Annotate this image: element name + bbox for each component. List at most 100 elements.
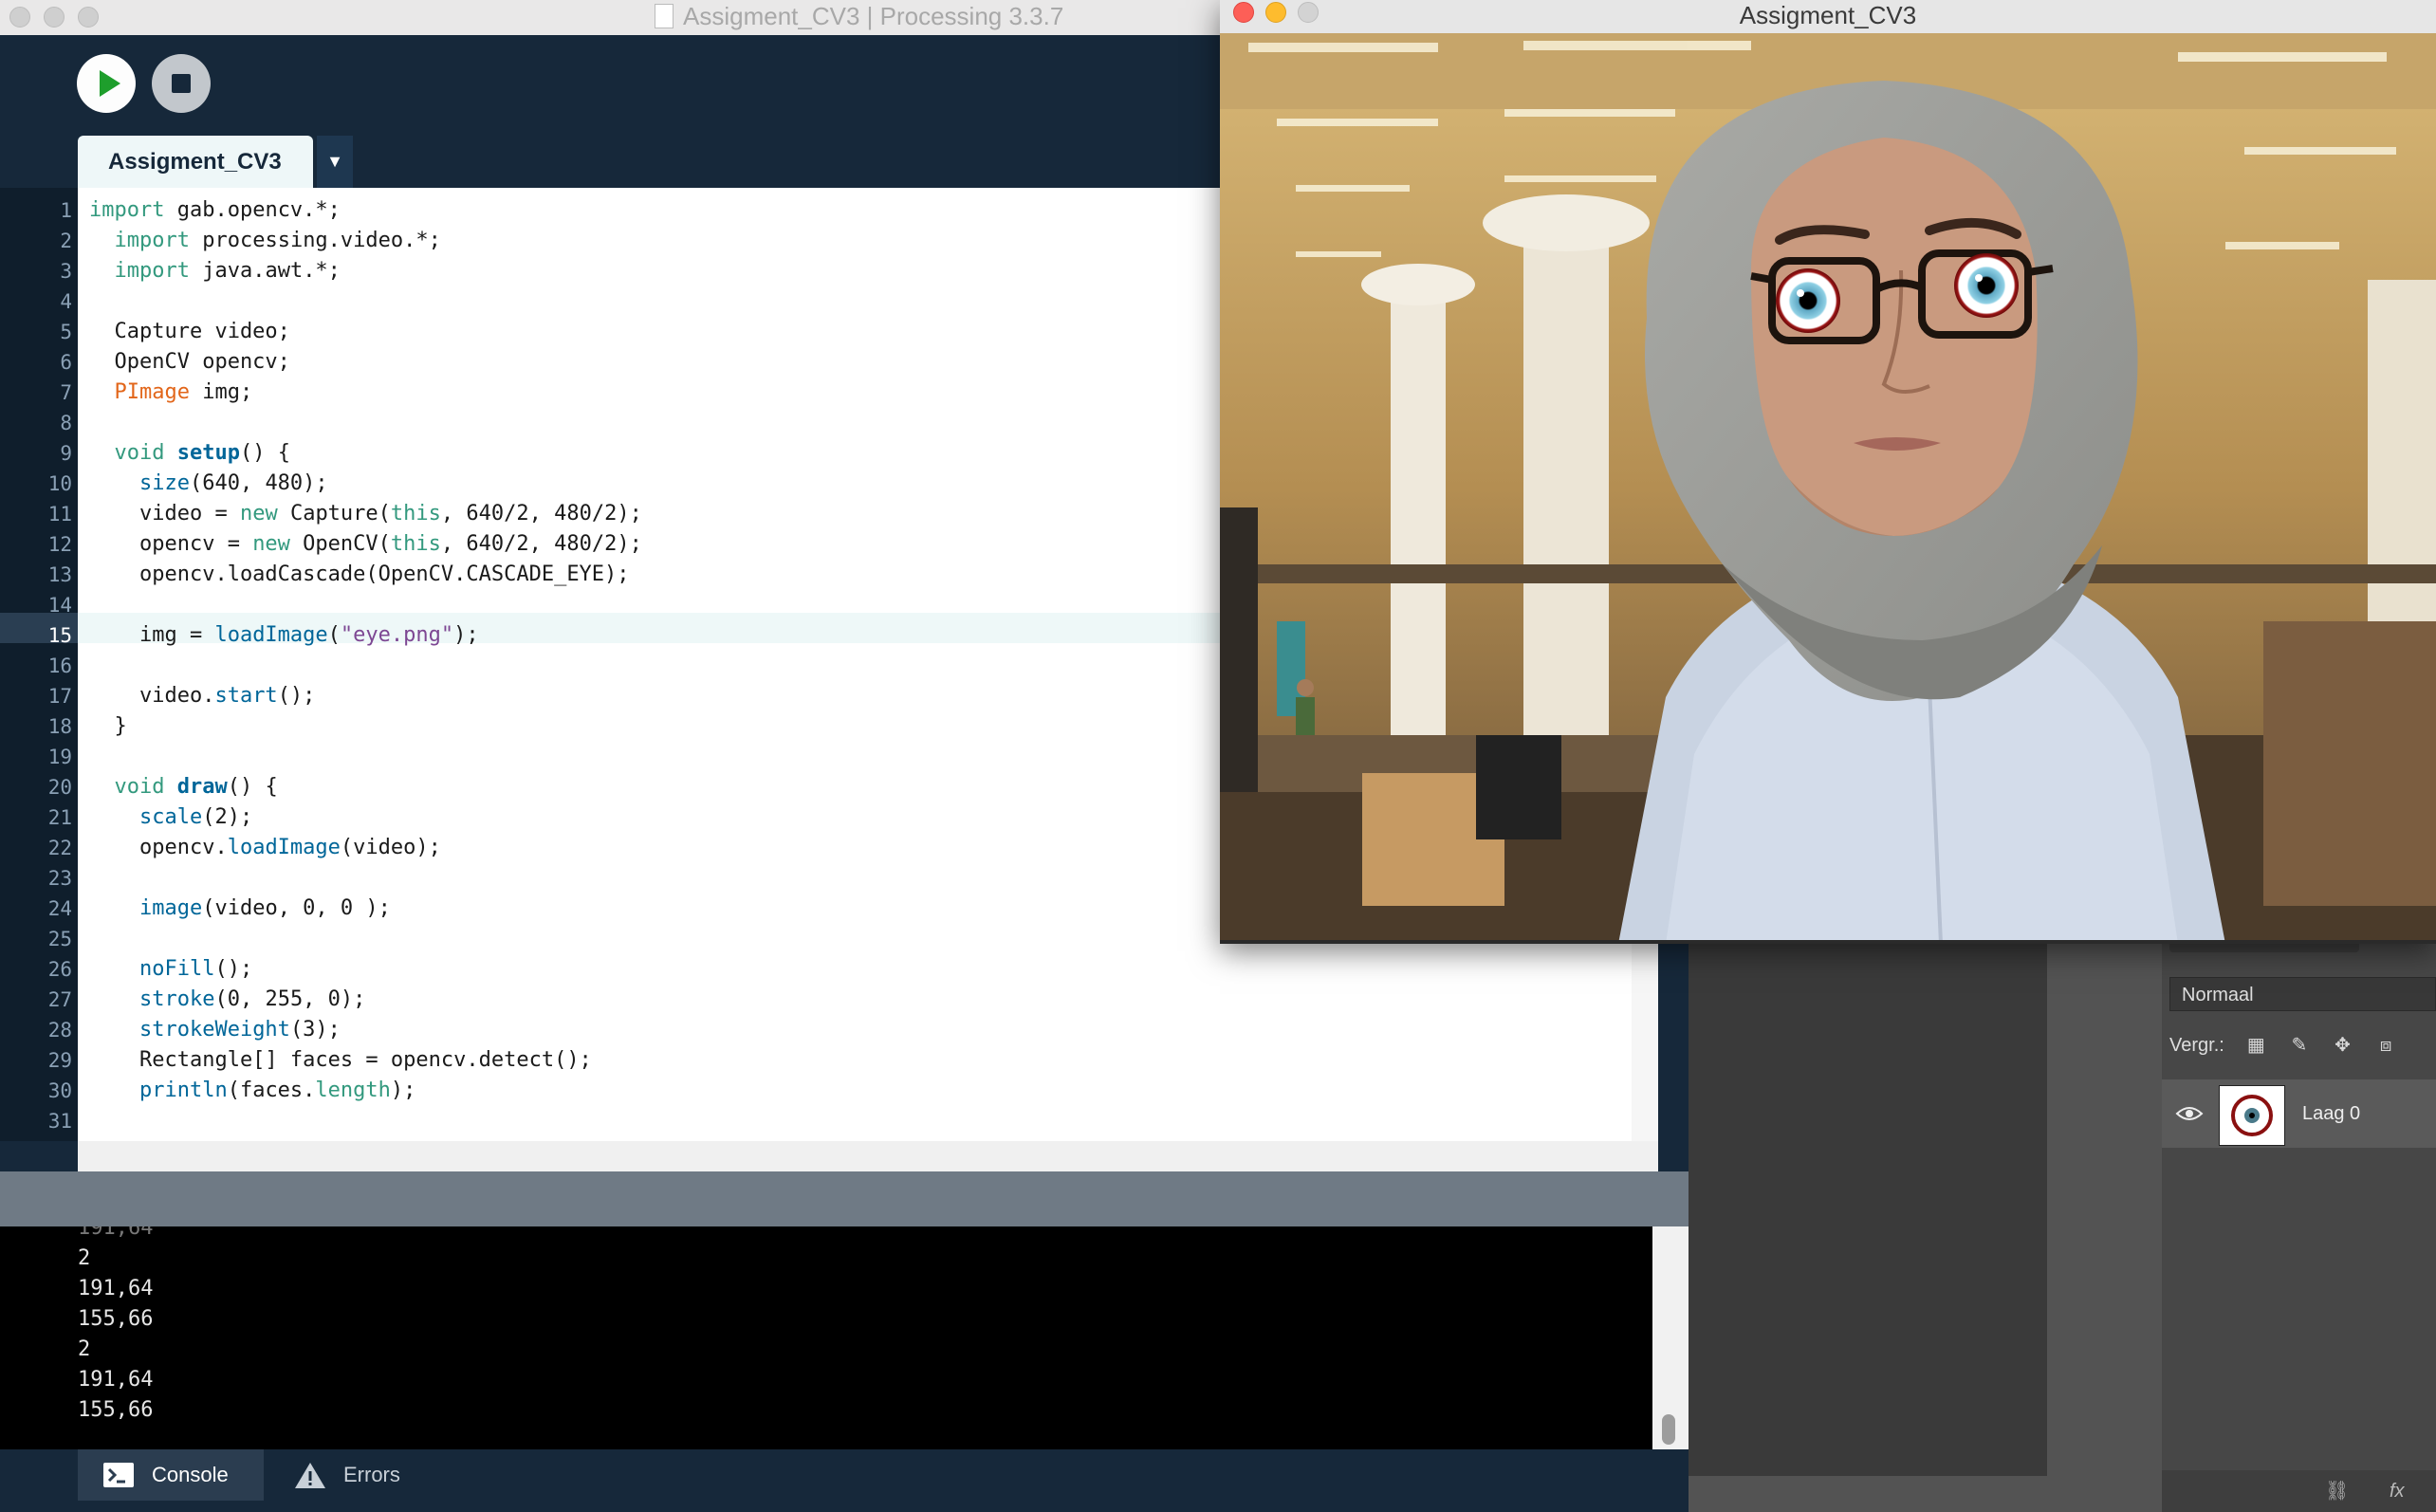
code-token: import xyxy=(114,259,190,283)
code-token: image xyxy=(138,896,203,920)
tab-assigment-cv3[interactable]: Assigment_CV3 xyxy=(78,136,313,188)
stop-button[interactable] xyxy=(152,54,211,113)
line-number: 24 xyxy=(47,897,72,920)
console-tab[interactable]: Console xyxy=(78,1449,264,1501)
code-token: new xyxy=(252,532,290,556)
blend-mode-dropdown[interactable]: Normaal xyxy=(2169,977,2436,1011)
code-token: import xyxy=(89,198,165,222)
code-line-6: OpenCV opencv; xyxy=(89,350,290,374)
console-divider-handle[interactable] xyxy=(0,1171,1689,1226)
code-line-12: opencv = new OpenCV(this, 640/2, 480/2); xyxy=(89,532,642,556)
line-number-gutter: 1 2 3 4 5 6 7 8 9 10 11 12 13 14 15 16 17 18 19 20 21 22 23 24 2… xyxy=(0,188,78,1141)
code-line-20: void draw() { xyxy=(114,775,278,799)
minimize-window-button[interactable] xyxy=(44,7,65,28)
code-token: loadImage xyxy=(214,623,328,647)
run-button[interactable] xyxy=(77,54,136,113)
line-number: 17 xyxy=(47,685,72,708)
code-line-17: video.start(); xyxy=(89,684,316,708)
lock-brush-icon[interactable]: ✎ xyxy=(2288,1024,2311,1066)
code-token: start xyxy=(214,684,278,708)
code-line-11: video = new Capture(this, 640/2, 480/2); xyxy=(89,502,642,526)
console-line: 191,64 xyxy=(78,1277,154,1300)
line-number: 2 xyxy=(60,230,72,252)
eye-overlay-left xyxy=(1776,268,1840,333)
sketch-output-window: Assigment_CV3 xyxy=(1220,0,2436,944)
code-line-5: Capture video; xyxy=(89,320,290,343)
layer-row[interactable]: Laag 0 xyxy=(2162,1079,2436,1148)
code-line-28: strokeWeight(3); xyxy=(138,1018,341,1042)
webcam-scene xyxy=(1220,33,2436,944)
layer-thumbnail xyxy=(2219,1085,2285,1146)
lock-label: Vergr.: xyxy=(2169,1035,2224,1056)
eye-thumbnail-image xyxy=(2231,1095,2273,1136)
line-number: 8 xyxy=(60,412,72,434)
line-number: 25 xyxy=(47,928,72,950)
code-line-13: opencv.loadCascade(OpenCV.CASCADE_EYE); xyxy=(89,562,630,586)
link-icon[interactable]: ⛓ xyxy=(2325,1470,2349,1512)
line-number: 15 xyxy=(47,624,72,647)
code-token: setup xyxy=(176,441,240,465)
tab-menu-dropdown[interactable]: ▼ xyxy=(317,136,353,188)
line-number: 1 xyxy=(60,199,72,222)
code-line-9: void setup() { xyxy=(114,441,290,465)
play-icon xyxy=(100,70,120,97)
code-token: length xyxy=(315,1079,391,1102)
console-line: 2 xyxy=(78,1337,91,1361)
code-token: noFill xyxy=(138,957,215,981)
line-number: 29 xyxy=(47,1049,72,1072)
console-output: 191,64 2 191,64 155,66 2 191,64 155,66 xyxy=(0,1226,1652,1449)
line-number: 20 xyxy=(47,776,72,799)
line-number: 31 xyxy=(47,1110,72,1133)
console-line: 191,64 xyxy=(78,1368,154,1392)
code-token: scale xyxy=(138,805,203,829)
code-line-1: import gab.opencv.*; xyxy=(89,198,341,222)
errors-tab[interactable]: Errors xyxy=(269,1449,436,1501)
line-number: 3 xyxy=(60,260,72,283)
errors-tab-label: Errors xyxy=(343,1463,400,1486)
line-number: 30 xyxy=(47,1079,72,1102)
console-line: 155,66 xyxy=(78,1307,154,1331)
line-number: 10 xyxy=(47,472,72,495)
code-line-21: scale(2); xyxy=(138,805,253,829)
line-number: 7 xyxy=(60,381,72,404)
console-tab-label: Console xyxy=(152,1463,229,1486)
line-number: 18 xyxy=(47,715,72,738)
zoom-window-button[interactable] xyxy=(78,7,99,28)
code-token: stroke xyxy=(138,987,215,1011)
lock-artboard-icon[interactable]: ⧈ xyxy=(2374,1024,2397,1066)
editor-horizontal-scrollbar[interactable] xyxy=(78,1141,1658,1171)
line-number: 14 xyxy=(47,594,72,617)
photoshop-panels: Normaal Vergr.: ▦ ✎ ✥ ⧈ 🔒︎ Laag 0 ⛓ fx xyxy=(1689,939,2436,1512)
code-line-2: import processing.video.*; xyxy=(114,229,441,252)
line-number: 13 xyxy=(47,563,72,586)
layers-panel-footer: ⛓ fx xyxy=(2162,1470,2436,1512)
code-line-29: Rectangle[] faces = opencv.detect(); xyxy=(89,1048,592,1072)
line-number: 4 xyxy=(60,290,72,313)
console-line-partial: 191,64 xyxy=(78,1226,154,1240)
code-line-10: size(640, 480); xyxy=(138,471,328,495)
code-token: this xyxy=(390,532,441,556)
fx-button[interactable]: fx xyxy=(2390,1470,2405,1512)
code-token: loadImage xyxy=(227,836,341,859)
console-line: 155,66 xyxy=(78,1398,154,1422)
lock-move-icon[interactable]: ✥ xyxy=(2332,1024,2354,1066)
code-token: size xyxy=(138,471,190,495)
close-window-button[interactable] xyxy=(9,7,30,28)
stop-icon xyxy=(172,74,191,93)
layer-name: Laag 0 xyxy=(2302,1103,2361,1124)
eye-visibility-icon[interactable] xyxy=(2175,1104,2204,1123)
ide-window-title: Assigment_CV3 | Processing 3.3.7 xyxy=(655,2,1063,31)
lock-transparent-icon[interactable]: ▦ xyxy=(2244,1024,2267,1066)
line-number: 16 xyxy=(47,655,72,677)
console-scrollbar[interactable] xyxy=(1652,1226,1689,1449)
line-number: 26 xyxy=(47,958,72,981)
warning-icon xyxy=(295,1463,325,1488)
eye-overlay-right xyxy=(1954,253,2019,318)
ide-title-text: Assigment_CV3 | Processing 3.3.7 xyxy=(683,2,1064,30)
console-scrollbar-thumb[interactable] xyxy=(1662,1414,1675,1445)
code-line-30: println(faces.length); xyxy=(138,1079,416,1102)
code-token: new xyxy=(239,502,278,526)
sketch-titlebar: Assigment_CV3 xyxy=(1220,0,2436,34)
line-number: 12 xyxy=(47,533,72,556)
console-icon xyxy=(103,1463,134,1487)
